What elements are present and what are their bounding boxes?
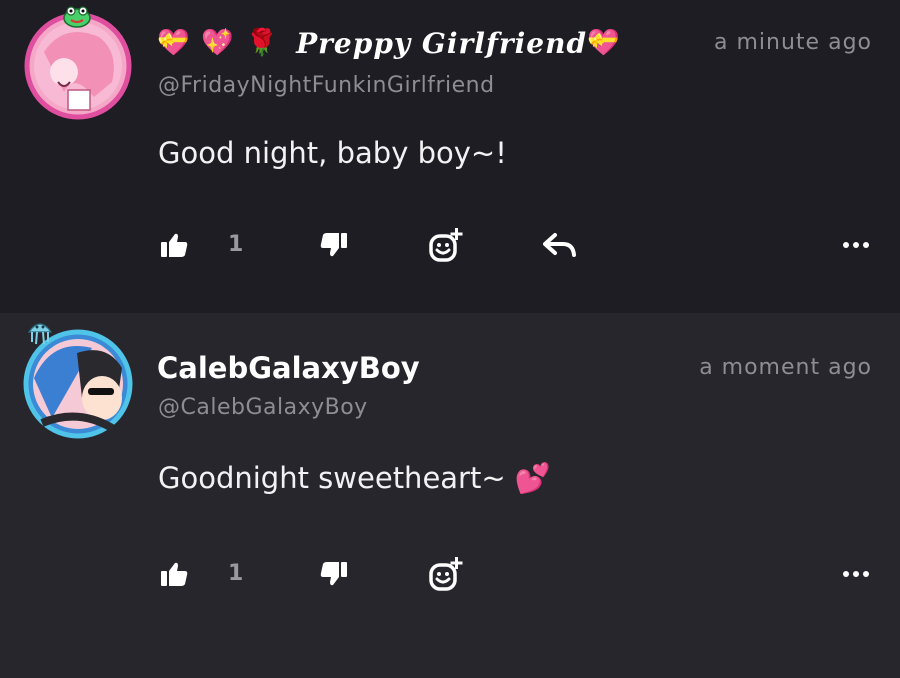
add-reaction-icon [429,557,463,591]
emoji-sparkling-heart: 💖 [201,28,234,58]
comment-card: CalebGalaxyBoy a moment ago @CalebGalaxy… [0,313,900,678]
more-button[interactable] [838,225,874,265]
dislike-button[interactable] [316,554,352,594]
emoji-heart-ribbon: 💝 [157,28,190,58]
display-name: Preppy Girlfriend [296,26,588,60]
emoji-heart-ribbon-trailing: 💝 [587,28,620,58]
more-icon [843,242,869,248]
like-button[interactable] [156,225,192,265]
display-name-line[interactable]: CalebGalaxyBoy [157,347,420,389]
add-reaction-button[interactable] [426,225,466,265]
thumbs-down-icon [320,233,347,257]
display-name: CalebGalaxyBoy [157,351,420,385]
avatar[interactable] [22,323,134,440]
dislike-button[interactable] [316,225,352,265]
reply-button[interactable] [540,225,580,265]
like-button[interactable] [156,554,192,594]
comment-text: Good night, baby boy~! [158,136,507,170]
comment-actions: 1 [0,225,900,265]
thumbs-up-icon [161,233,188,257]
thumbs-down-icon [320,562,347,586]
comment-text: Goodnight sweetheart~ 💕 [158,461,551,495]
emoji-rose: 🌹 [245,28,279,58]
add-reaction-icon [429,228,463,262]
frog-badge-icon [63,6,91,28]
comment-card: 💝 💖 🌹 Preppy Girlfriend 💝 a minute ago @… [0,0,900,313]
more-icon [843,571,869,577]
comment-actions: 1 [0,554,900,594]
user-handle[interactable]: @FridayNightFunkinGirlfriend [158,73,495,98]
like-count: 1 [228,561,244,586]
display-name-line[interactable]: 💝 💖 🌹 Preppy Girlfriend 💝 [157,22,619,64]
more-button[interactable] [838,554,874,594]
reply-icon [543,233,576,257]
user-handle[interactable]: @CalebGalaxyBoy [158,395,368,420]
add-reaction-button[interactable] [426,554,466,594]
like-count: 1 [228,232,244,257]
avatar[interactable] [24,6,132,120]
timestamp: a minute ago [714,30,872,55]
thumbs-up-icon [161,562,188,586]
timestamp: a moment ago [699,355,872,380]
jellyfish-badge-icon [27,323,53,345]
